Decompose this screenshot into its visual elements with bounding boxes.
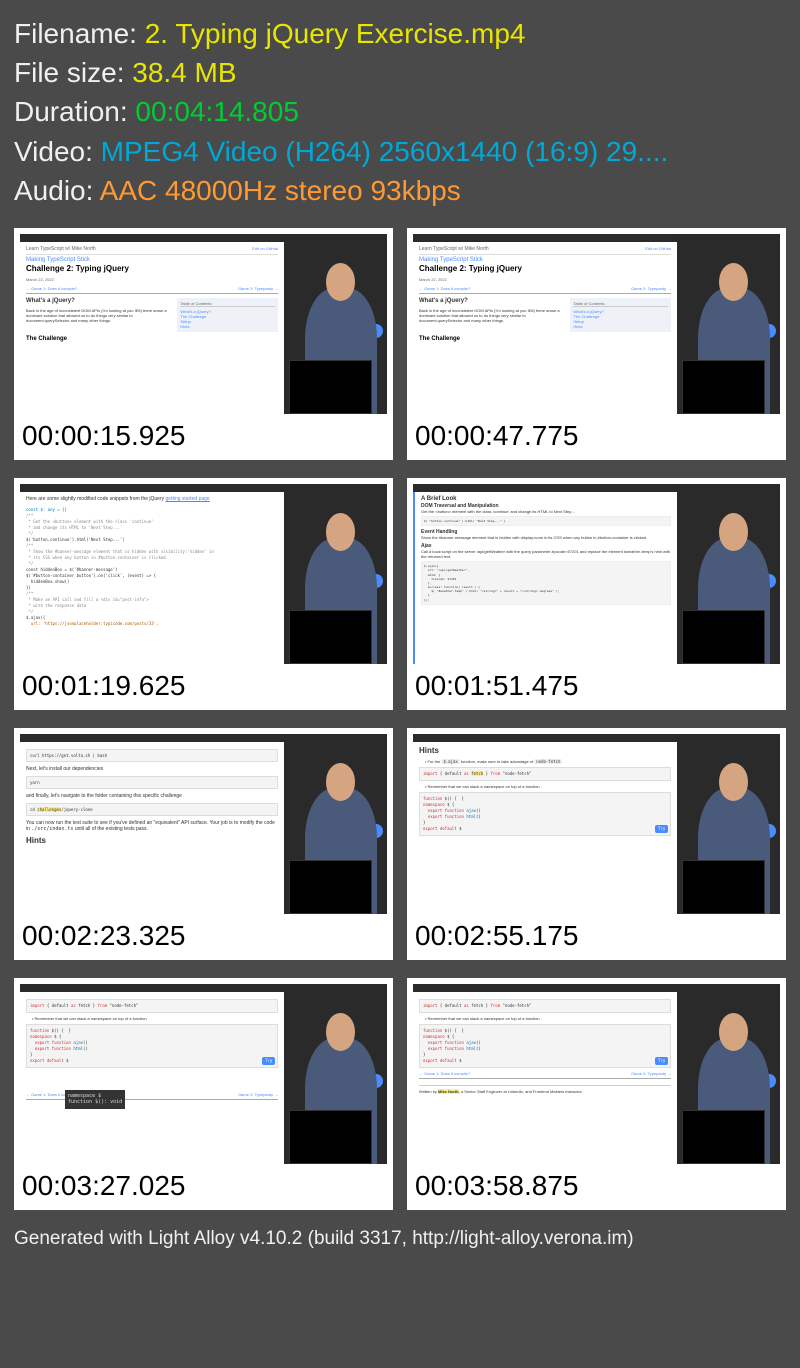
filesize-label: File size: — [14, 57, 132, 88]
breadcrumb: Learn TypeScript w/ Mike North — [26, 246, 96, 252]
section-heading: What's a jQuery? — [419, 298, 566, 306]
thumbnail-image: Learn TypeScript w/ Mike North Edit on Gi… — [413, 234, 780, 414]
page-date: March 22, 2022 — [26, 277, 278, 282]
try-button: Try — [262, 1057, 275, 1065]
page-date: March 22, 2022 — [419, 277, 671, 282]
toc-header: Table of Contents — [573, 301, 668, 307]
section-heading: Hints — [26, 836, 278, 845]
hints-bullet: • For the $.ajax function, make sure to … — [425, 759, 671, 764]
breadcrumb: Learn TypeScript w/ Mike North — [419, 246, 489, 252]
duration-value: 00:04:14.805 — [135, 96, 299, 127]
code-block: import { default as fetch } from "node-f… — [26, 999, 278, 1013]
thumbnail-grid: Learn TypeScript w/ Mike North Edit on Gi… — [14, 228, 786, 1210]
github-link: Edit on GitHub — [645, 246, 671, 251]
thumbnail-card[interactable]: import { default as fetch } from "node-f… — [407, 978, 786, 1210]
doc-text: Call a local script on the server /api/g… — [421, 549, 671, 559]
timestamp-label: 00:01:51.475 — [413, 664, 780, 704]
doc-code-block: $( "button.continue" ).html( "Next Step.… — [421, 516, 671, 526]
section-heading: The Challenge — [26, 336, 278, 342]
setup-text: You can now run the test suite to see if… — [26, 820, 278, 832]
filename-value: 2. Typing jQuery Exercise.mp4 — [145, 18, 526, 49]
setup-text: Next, let's install our dependencies — [26, 766, 278, 772]
filesize-value: 38.4 MB — [132, 57, 236, 88]
timestamp-label: 00:03:58.875 — [413, 1164, 780, 1204]
section-heading: The Challenge — [419, 336, 671, 342]
nav-prev-link: ← Game 1: Does it compile? — [26, 286, 77, 291]
thumbnail-image: Here are some slightly modified code sni… — [20, 484, 387, 664]
series-title: Making TypeScript Stick — [419, 257, 671, 263]
thumbnail-image: import { default as fetch } from "node-f… — [413, 984, 780, 1164]
intellisense-tooltip: namespace $ function $(): void — [65, 1090, 125, 1109]
command-block: yarn — [26, 776, 278, 789]
code-line: url: 'https://jsonplaceholder.typicode.c… — [26, 621, 278, 627]
thumbnail-card[interactable]: import { default as fetch } from "node-f… — [14, 978, 393, 1210]
thumbnail-image: Learn TypeScript w/ Mike North Edit on Gi… — [20, 234, 387, 414]
setup-text: and finally, let's navigate to the folde… — [26, 793, 278, 799]
timestamp-label: 00:03:27.025 — [20, 1164, 387, 1204]
nav-next-link: Game 2: Typepardy → — [631, 1071, 671, 1076]
hints-bullet: • Remember that we can stack a namespace… — [32, 1016, 278, 1021]
code-block: function $() { } namespace $ { export fu… — [419, 792, 671, 836]
nav-next-link: Game 2: Typepardy → — [238, 286, 278, 291]
command-block: cd challenges/jquery-clone — [26, 803, 278, 816]
hints-title: Hints — [419, 746, 671, 755]
timestamp-label: 00:01:19.625 — [20, 664, 387, 704]
toc-item: Hints — [573, 324, 668, 329]
filename-label: Filename: — [14, 18, 145, 49]
audio-label: Audio: — [14, 175, 100, 206]
footer-text: Generated with Light Alloy v4.10.2 (buil… — [14, 1228, 786, 1250]
page-title: Challenge 2: Typing jQuery — [419, 264, 671, 273]
code-block: import { default as fetch } from "node-f… — [419, 767, 671, 781]
command-block: curl https://get.volta.sh | bash — [26, 749, 278, 762]
toc-header: Table of Contents — [180, 301, 275, 307]
author-line: Written by Mike North, a Senior Staff En… — [419, 1085, 671, 1094]
body-paragraph: Back in the age of inconsistent DOM APIs… — [26, 308, 167, 323]
intro-text: Here are some slightly modified code sni… — [26, 496, 166, 502]
nav-prev-link: ← Game 1: Does it compile? — [419, 1071, 470, 1076]
tooltip-line: function $(): void — [68, 1099, 122, 1106]
body-paragraph: Back in the age of inconsistent DOM APIs… — [419, 308, 560, 323]
nav-next-link: Game 2: Typepardy → — [238, 1092, 278, 1097]
toc-item: Hints — [180, 324, 275, 329]
thumbnail-card[interactable]: Hints • For the $.ajax function, make su… — [407, 728, 786, 960]
video-value: MPEG4 Video (H264) 2560x1440 (16:9) 29..… — [101, 136, 669, 167]
doc-code-block: $.ajax({ url: "/api/getWeather", data: {… — [421, 561, 671, 605]
doc-text: Get the <button> element with the class … — [421, 509, 671, 514]
timestamp-label: 00:00:47.775 — [413, 414, 780, 454]
try-button: Try — [655, 1057, 668, 1065]
thumbnail-card[interactable]: Learn TypeScript w/ Mike North Edit on Gi… — [407, 228, 786, 460]
toc-box: Table of Contents What's a jQuery? The C… — [177, 298, 278, 332]
section-heading: What's a jQuery? — [26, 298, 173, 306]
thumbnail-card[interactable]: Here are some slightly modified code sni… — [14, 478, 393, 710]
thumbnail-image: A Brief Look DOM Traversal and Manipulat… — [413, 484, 780, 664]
timestamp-label: 00:02:55.175 — [413, 914, 780, 954]
code-block: function $() { } namespace $ { export fu… — [26, 1024, 278, 1068]
file-info-panel: Filename: 2. Typing jQuery Exercise.mp4 … — [14, 14, 786, 210]
timestamp-label: 00:02:23.325 — [20, 914, 387, 954]
code-block: import { default as fetch } from "node-f… — [419, 999, 671, 1013]
thumbnail-card[interactable]: Learn TypeScript w/ Mike North Edit on Gi… — [14, 228, 393, 460]
github-link: Edit on GitHub — [252, 246, 278, 251]
hints-bullet: • Remember that we can stack a namespace… — [425, 1016, 671, 1021]
timestamp-label: 00:00:15.925 — [20, 414, 387, 454]
nav-next-link: Game 2: Typepardy → — [631, 286, 671, 291]
nav-prev-link: ← Game 1: Does it compile? — [419, 286, 470, 291]
series-title: Making TypeScript Stick — [26, 257, 278, 263]
doc-text: Show the #banner-message element that is… — [421, 535, 671, 540]
intro-link: getting started page — [166, 496, 210, 502]
thumbnail-card[interactable]: A Brief Look DOM Traversal and Manipulat… — [407, 478, 786, 710]
code-block: function $() { } namespace $ { export fu… — [419, 1024, 671, 1068]
video-label: Video: — [14, 136, 101, 167]
duration-label: Duration: — [14, 96, 135, 127]
thumbnail-image: curl https://get.volta.sh | bash Next, l… — [20, 734, 387, 914]
thumbnail-image: import { default as fetch } from "node-f… — [20, 984, 387, 1164]
thumbnail-image: Hints • For the $.ajax function, make su… — [413, 734, 780, 914]
page-title: Challenge 2: Typing jQuery — [26, 264, 278, 273]
toc-box: Table of Contents What's a jQuery? The C… — [570, 298, 671, 332]
try-button: Try — [655, 825, 668, 833]
audio-value: AAC 48000Hz stereo 93kbps — [100, 175, 461, 206]
thumbnail-card[interactable]: curl https://get.volta.sh | bash Next, l… — [14, 728, 393, 960]
hints-bullet: • Remember that we can stack a namespace… — [425, 784, 671, 789]
doc-heading: A Brief Look — [421, 496, 671, 502]
